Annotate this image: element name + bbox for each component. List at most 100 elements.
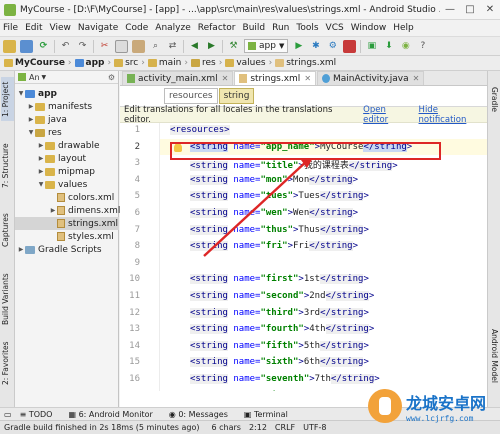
tool-favorites[interactable]: 2: Favorites <box>1 339 14 387</box>
make-project-icon[interactable]: ⚒ <box>227 40 240 53</box>
save-all-icon[interactable] <box>20 39 33 53</box>
avd-manager-icon[interactable]: ▣ <box>365 40 378 53</box>
tree-item-strings[interactable]: strings.xml <box>15 217 119 230</box>
tree-item-app[interactable]: ▼ app <box>17 87 57 100</box>
toggle-panel-icon[interactable]: ▭ <box>4 410 12 419</box>
status-encoding[interactable]: UTF-8 <box>303 423 326 432</box>
menu-window[interactable]: Window <box>351 23 387 33</box>
stop-icon[interactable] <box>343 39 357 53</box>
tool-terminal[interactable]: ▣ Terminal <box>244 410 296 419</box>
project-panel: An ▼ ⚙ ▼ app ▶ manifests ▶ java ▼ res ▶ drawa… <box>15 71 121 407</box>
menu-file[interactable]: File <box>3 23 18 33</box>
run-config-label: app <box>259 41 276 51</box>
sdk-manager-icon[interactable]: ⬇ <box>382 40 395 53</box>
paste-icon[interactable] <box>132 39 145 53</box>
maximize-button[interactable]: □ <box>460 4 480 15</box>
breadcrumb-item-values[interactable]: values › <box>225 58 272 68</box>
close-icon[interactable]: ✕ <box>304 74 311 83</box>
tab-activity-main[interactable]: activity_main.xml ✕ <box>122 71 234 85</box>
watermark-url: www.lcjrfg.com <box>406 413 474 423</box>
forward-icon[interactable]: ▶ <box>205 40 218 53</box>
tree-item-styles[interactable]: styles.xml <box>49 230 114 243</box>
tree-item-mipmap[interactable]: ▶ mipmap <box>37 165 95 178</box>
tree-item-gradle-scripts[interactable]: ▶ Gradle Scripts <box>17 243 102 256</box>
find-icon[interactable]: ⌕ <box>149 40 162 53</box>
sync-icon[interactable]: ⟳ <box>37 40 50 53</box>
project-view-selector[interactable]: An ▼ ⚙ <box>15 71 118 84</box>
run-icon[interactable]: ▶ <box>292 40 305 53</box>
tree-item-layout[interactable]: ▶ layout <box>37 152 86 165</box>
run-config-select[interactable]: app ▼ <box>244 39 289 53</box>
menu-edit[interactable]: Edit <box>25 23 42 33</box>
debug-icon[interactable]: ✱ <box>309 40 322 53</box>
close-icon[interactable]: ✕ <box>413 74 420 83</box>
menu-run[interactable]: Run <box>272 23 289 33</box>
menu-navigate[interactable]: Navigate <box>78 23 118 33</box>
android-studio-icon <box>4 3 16 16</box>
tool-android-monitor[interactable]: ▦ 6: Android Monitor <box>68 410 160 419</box>
xml-crumb-resources[interactable]: resources <box>164 88 218 104</box>
status-line-separator[interactable]: CRLF <box>275 423 295 432</box>
breadcrumb-item-file[interactable]: strings.xml <box>275 58 336 68</box>
tree-item-values[interactable]: ▼ values <box>37 178 88 191</box>
tree-item-res[interactable]: ▼ res <box>27 126 62 139</box>
menu-analyze[interactable]: Analyze <box>155 23 190 33</box>
menu-bar: File Edit View Navigate Code Analyze Ref… <box>0 20 500 36</box>
xml-crumb-string[interactable]: string <box>218 88 255 104</box>
watermark-logo <box>368 389 402 423</box>
hide-notification-link[interactable]: Hide notification <box>419 105 487 125</box>
tab-strings[interactable]: strings.xml ✕ <box>234 71 317 85</box>
minimize-button[interactable]: — <box>440 4 460 15</box>
translations-notification: Edit translations for all locales in the… <box>120 105 487 125</box>
redo-icon[interactable]: ↷ <box>76 40 89 53</box>
tree-item-colors[interactable]: colors.xml <box>49 191 114 204</box>
tool-build-variants[interactable]: Build Variants <box>1 271 14 327</box>
back-icon[interactable]: ◀ <box>188 40 201 53</box>
xml-file-icon <box>57 232 65 241</box>
android-device-monitor-icon[interactable]: ◉ <box>399 40 412 53</box>
android-icon <box>248 42 256 50</box>
breadcrumb-item-main[interactable]: main › <box>147 58 188 68</box>
tool-structure[interactable]: 7: Structure <box>1 141 14 191</box>
breadcrumb-item-res[interactable]: res › <box>190 58 222 68</box>
cut-icon[interactable]: ✂ <box>98 40 111 53</box>
replace-icon[interactable]: ⇄ <box>166 40 179 53</box>
tree-item-dimens[interactable]: ▶ dimens.xml <box>49 204 121 217</box>
tab-main-activity[interactable]: MainActivity.java ✕ <box>317 71 425 85</box>
gradle-icon <box>25 245 35 254</box>
layout-file-icon <box>127 74 135 83</box>
menu-build[interactable]: Build <box>243 23 266 33</box>
status-caret[interactable]: 2:12 <box>249 423 267 432</box>
line-number: 8 <box>134 241 140 252</box>
tree-item-manifests[interactable]: ▶ manifests <box>27 100 92 113</box>
tool-captures[interactable]: Captures <box>1 211 14 249</box>
menu-refactor[interactable]: Refactor <box>198 23 236 33</box>
tree-item-drawable[interactable]: ▶ drawable <box>37 139 100 152</box>
undo-icon[interactable]: ↶ <box>59 40 72 53</box>
tool-android-model[interactable]: Android Model <box>488 329 499 383</box>
breadcrumb-item-project[interactable]: MyCourse › <box>4 58 72 68</box>
code-line-string: <string name="first">1st</string> <box>190 274 369 285</box>
close-button[interactable]: ✕ <box>480 4 500 15</box>
open-folder-icon[interactable] <box>3 39 16 53</box>
copy-icon[interactable] <box>115 39 128 53</box>
tool-messages[interactable]: ◉ 0: Messages <box>169 410 236 419</box>
menu-tools[interactable]: Tools <box>296 23 318 33</box>
tool-gradle[interactable]: Gradle <box>488 87 499 112</box>
tool-project[interactable]: 1: Project <box>1 77 14 121</box>
code-editor[interactable]: 1234567891011121314151617 <resources><st… <box>120 123 487 391</box>
tree-item-java[interactable]: ▶ java <box>27 113 67 126</box>
line-number: 1 <box>134 125 140 135</box>
menu-view[interactable]: View <box>50 23 71 33</box>
attach-debugger-icon[interactable]: ⚙ <box>326 40 339 53</box>
breadcrumb-item-app[interactable]: app › <box>74 58 111 68</box>
tool-todo[interactable]: ≡ TODO <box>20 410 61 419</box>
gear-icon[interactable]: ⚙ <box>108 73 115 82</box>
open-editor-link[interactable]: Open editor <box>363 105 412 125</box>
breadcrumb-item-src[interactable]: src › <box>114 58 145 68</box>
menu-code[interactable]: Code <box>125 23 148 33</box>
help-icon[interactable]: ? <box>416 40 429 53</box>
menu-vcs[interactable]: VCS <box>326 23 344 33</box>
menu-help[interactable]: Help <box>393 23 414 33</box>
close-icon[interactable]: ✕ <box>222 74 229 83</box>
